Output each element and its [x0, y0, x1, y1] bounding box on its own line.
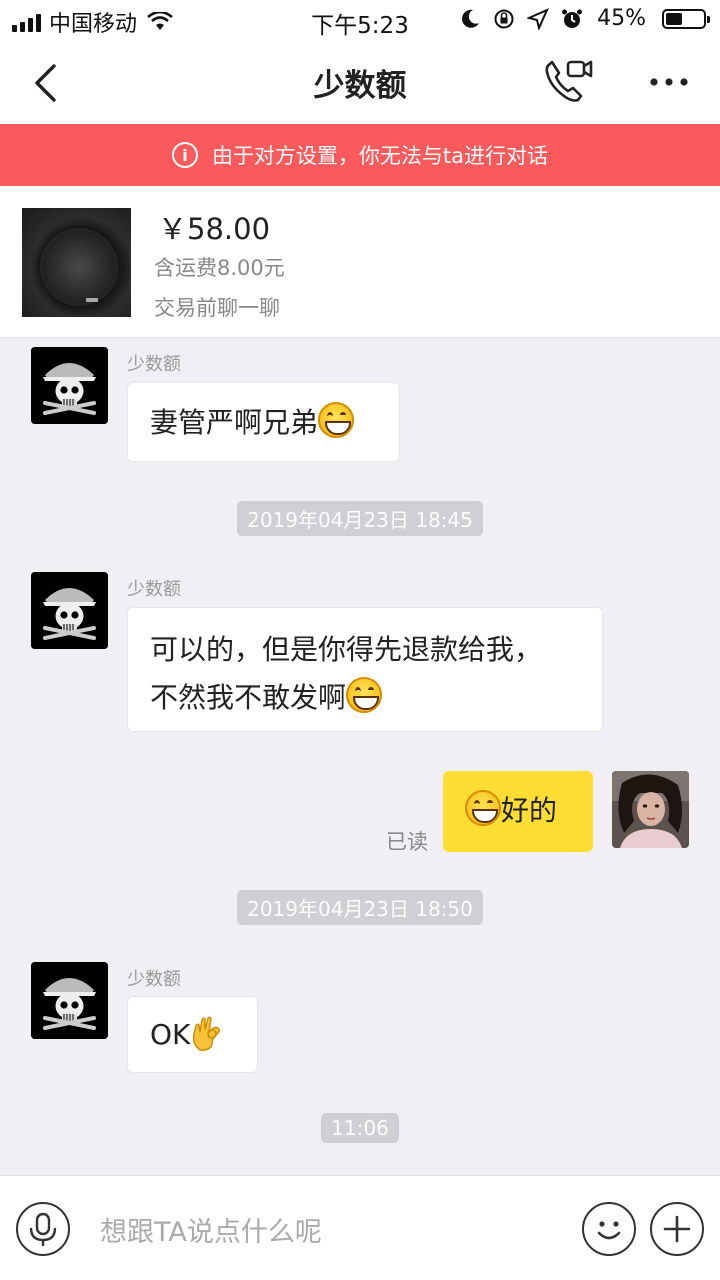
avatar[interactable] — [31, 962, 108, 1039]
chat-timestamp: 2019年04月23日 18:50 — [0, 890, 720, 925]
my-avatar[interactable] — [612, 771, 689, 848]
microphone-icon — [29, 1212, 57, 1246]
alarm-icon — [562, 9, 583, 28]
message-input[interactable]: 想跟TA说点什么呢 — [100, 1210, 322, 1249]
battery-level — [666, 12, 682, 25]
timestamp-text: 2019年04月23日 18:45 — [237, 501, 483, 536]
message-text: OK — [150, 1018, 191, 1051]
message-text: 可以的，但是你得先退款给我， — [150, 633, 543, 666]
message-bubble[interactable]: 可以的，但是你得先退款给我， 不然我不敢发啊 — [127, 607, 603, 732]
message-text: 不然我不敢发啊 — [150, 681, 347, 714]
grin-emoji — [318, 402, 355, 438]
chat-timestamp: 11:06 — [0, 1113, 720, 1143]
sender-name: 少数额 — [127, 969, 181, 990]
message-input-bar: 想跟TA说点什么呢 — [0, 1175, 720, 1280]
product-shipping: 含运费8.00元 — [154, 256, 285, 280]
moon-icon — [462, 9, 480, 28]
product-photo-subject — [40, 228, 118, 306]
my-message-bubble[interactable]: 好的 — [443, 771, 593, 852]
product-image[interactable] — [22, 208, 131, 317]
banner-text: 由于对方设置，你无法与ta进行对话 — [211, 144, 549, 168]
pirate-skull-icon — [31, 572, 108, 649]
message-bubble[interactable]: 妻管严啊兄弟 — [127, 382, 400, 462]
info-icon: i — [171, 142, 198, 168]
emoji-button[interactable] — [582, 1202, 636, 1256]
rotation-lock-icon — [494, 9, 514, 28]
ok-hand-emoji — [193, 1016, 221, 1051]
battery-percent: 45% — [597, 6, 646, 31]
timestamp-text: 11:06 — [321, 1113, 399, 1143]
user-photo — [612, 771, 689, 848]
chat-restricted-banner: i 由于对方设置，你无法与ta进行对话 — [0, 124, 720, 186]
sender-name: 少数额 — [127, 579, 181, 600]
status-bar: 中国移动 下午5:23 45% — [0, 0, 720, 40]
avatar[interactable] — [31, 572, 108, 649]
chat-timestamp: 2019年04月23日 18:45 — [0, 501, 720, 536]
message-text: 好的 — [501, 794, 558, 827]
message-line: 不然我不敢发啊 — [150, 674, 580, 722]
grin-emoji — [346, 677, 383, 713]
message-text: 妻管严啊兄弟 — [150, 406, 319, 439]
message-bubble[interactable]: OK — [127, 996, 258, 1073]
timestamp-text: 2019年04月23日 18:50 — [237, 890, 483, 925]
sender-name: 少数额 — [127, 354, 181, 375]
voice-input-button[interactable] — [16, 1202, 70, 1256]
avatar[interactable] — [31, 347, 108, 424]
more-options-icon[interactable] — [646, 64, 692, 100]
product-price: ￥58.00 — [158, 212, 271, 246]
product-card[interactable]: ￥58.00 含运费8.00元 交易前聊一聊 — [0, 186, 720, 338]
pirate-skull-icon — [31, 347, 108, 424]
pirate-skull-icon — [31, 962, 108, 1039]
grin-emoji — [465, 790, 501, 826]
smiley-icon — [597, 1221, 621, 1240]
status-right: 45% — [459, 6, 710, 31]
more-actions-button[interactable] — [650, 1202, 704, 1256]
product-note: 交易前聊一聊 — [154, 296, 280, 320]
location-arrow-icon — [527, 7, 550, 30]
nav-bar: 少数额 — [0, 40, 720, 124]
page-title: 少数额 — [313, 68, 407, 104]
phone-video-call-icon[interactable] — [540, 56, 596, 106]
read-status: 已读 — [386, 830, 428, 854]
plus-icon — [663, 1215, 691, 1243]
battery-icon — [662, 8, 710, 29]
